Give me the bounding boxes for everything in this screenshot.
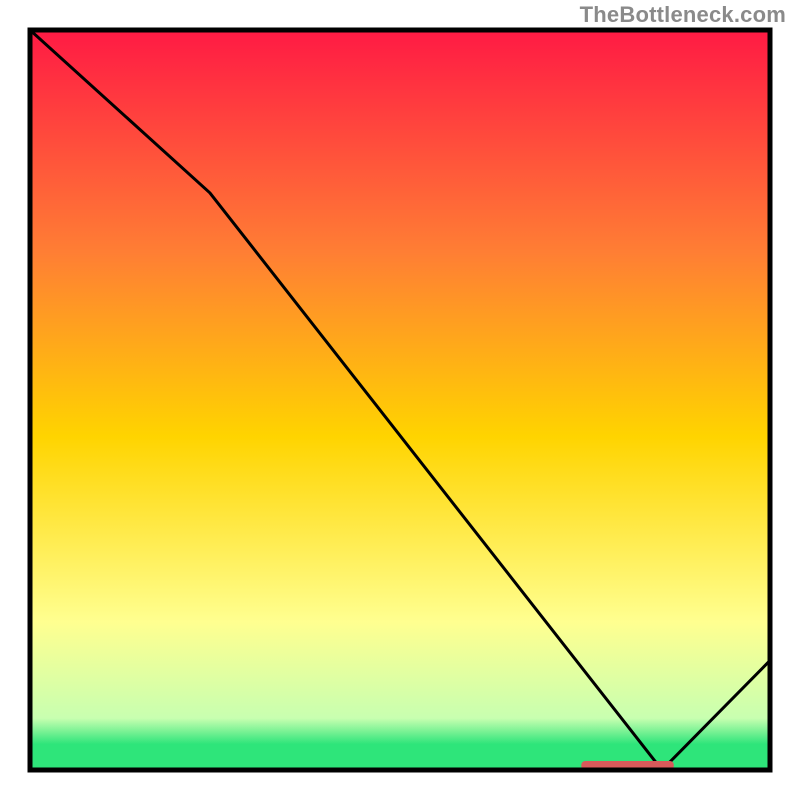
attribution-watermark: TheBottleneck.com — [580, 2, 786, 28]
chart-container: TheBottleneck.com — [0, 0, 800, 800]
bottleneck-chart — [0, 0, 800, 800]
plot-gradient-bg — [30, 30, 770, 770]
